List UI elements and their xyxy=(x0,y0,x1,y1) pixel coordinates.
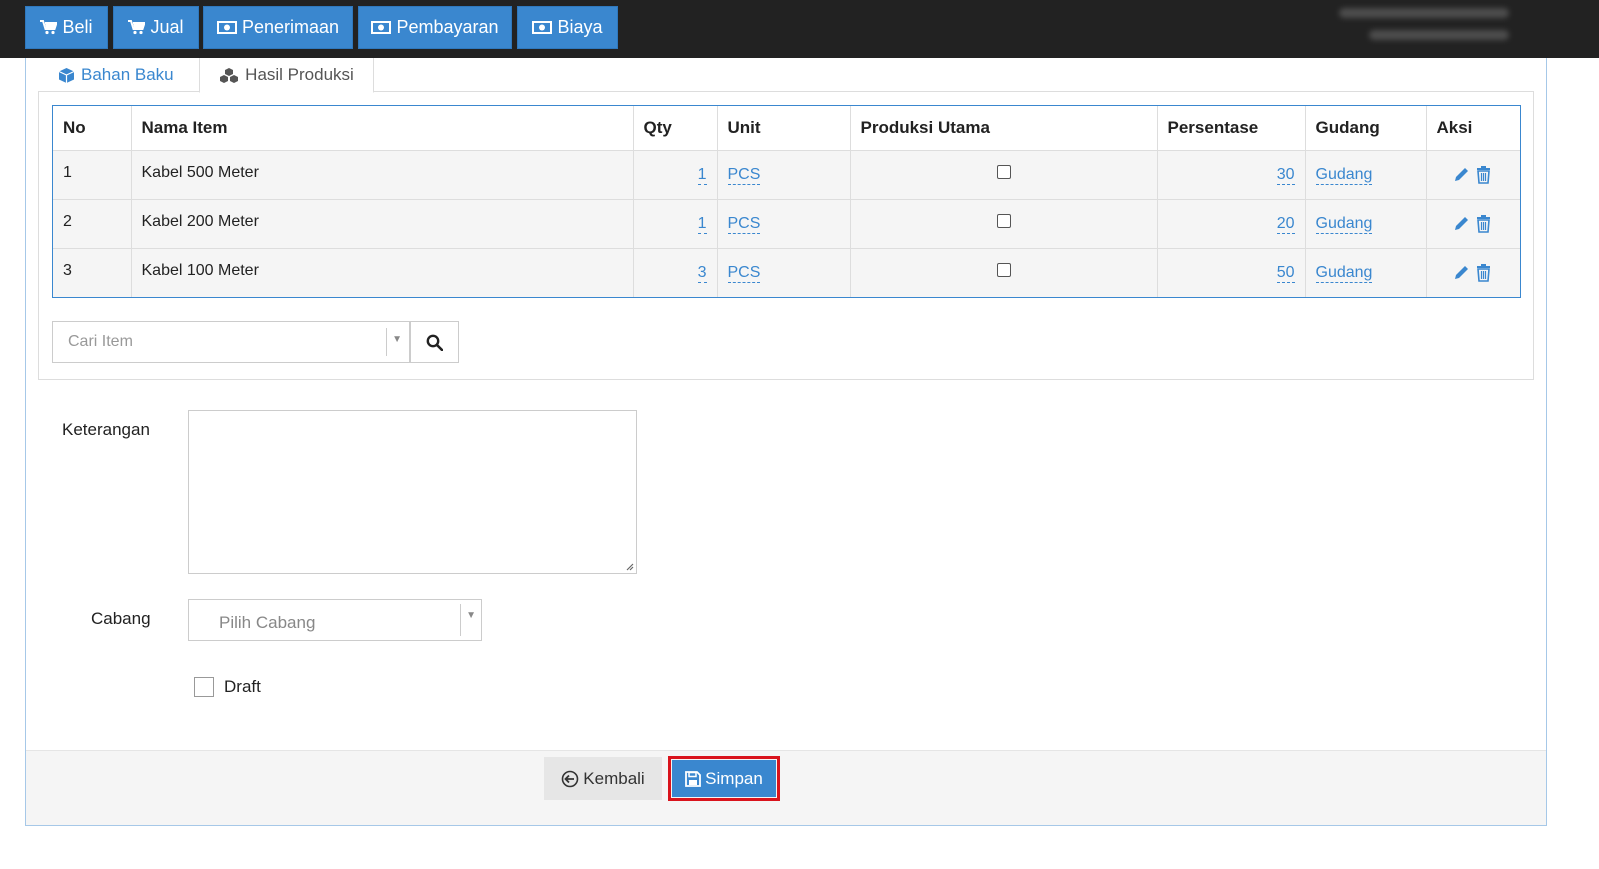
cabang-select[interactable]: Pilih Cabang ▼ xyxy=(188,599,482,641)
trash-icon[interactable] xyxy=(1476,165,1491,184)
edit-pencil-icon[interactable] xyxy=(1453,264,1470,281)
unit-editable[interactable]: PCS xyxy=(727,165,761,185)
cabang-placeholder: Pilih Cabang xyxy=(219,613,316,632)
beli-button[interactable]: Beli xyxy=(25,6,108,49)
tab-hasil-produksi-label: Hasil Produksi xyxy=(245,65,354,84)
col-header-qty: Qty xyxy=(632,106,718,151)
cell-no: 1 xyxy=(53,149,132,200)
persentase-editable[interactable]: 20 xyxy=(1276,214,1295,234)
dropdown-arrow-icon[interactable]: ▼ xyxy=(392,334,402,345)
edit-pencil-icon[interactable] xyxy=(1453,166,1470,183)
money-icon xyxy=(371,21,392,34)
resize-grip-icon[interactable] xyxy=(624,561,634,571)
qty-editable[interactable]: 3 xyxy=(697,263,707,283)
cell-nama-item: Kabel 200 Meter xyxy=(130,198,634,249)
gudang-editable[interactable]: Gudang xyxy=(1315,263,1373,283)
search-button[interactable] xyxy=(410,321,459,363)
cart-icon xyxy=(128,20,146,35)
produksi-utama-checkbox[interactable] xyxy=(996,165,1011,179)
beli-label: Beli xyxy=(62,17,93,37)
col-header-produksi-utama: Produksi Utama xyxy=(849,106,1158,151)
cube-icon xyxy=(58,67,75,83)
persentase-editable[interactable]: 30 xyxy=(1276,165,1295,185)
cell-nama-item: Kabel 100 Meter xyxy=(130,247,634,297)
jual-label: Jual xyxy=(150,17,184,37)
hasil-produksi-table-wrapper: No Nama Item Qty Unit Produksi Utama Per… xyxy=(52,105,1521,298)
cell-no: 3 xyxy=(53,247,132,297)
col-header-no: No xyxy=(53,106,132,151)
draft-label: Draft xyxy=(224,677,261,696)
col-header-nama-item: Nama Item xyxy=(130,106,634,151)
gudang-editable[interactable]: Gudang xyxy=(1315,214,1373,234)
biaya-label: Biaya xyxy=(557,17,603,37)
simpan-label: Simpan xyxy=(705,768,763,788)
form-footer: Kembali Simpan xyxy=(26,750,1546,825)
gudang-editable[interactable]: Gudang xyxy=(1315,165,1373,185)
keterangan-textarea[interactable] xyxy=(188,410,637,574)
persentase-editable[interactable]: 50 xyxy=(1276,263,1295,283)
tab-content-hasil-produksi: No Nama Item Qty Unit Produksi Utama Per… xyxy=(38,91,1534,380)
table-row: 1 Kabel 500 Meter 1 PCS 30 Gudang xyxy=(53,149,1520,200)
dropdown-arrow-icon[interactable]: ▼ xyxy=(466,610,476,621)
cari-item-select[interactable]: Cari Item ▼ xyxy=(52,321,410,363)
pembayaran-button[interactable]: Pembayaran xyxy=(358,6,512,49)
table-row: 2 Kabel 200 Meter 1 PCS 20 Gudang xyxy=(53,198,1520,249)
trash-icon[interactable] xyxy=(1476,214,1491,233)
jual-button[interactable]: Jual xyxy=(113,6,199,49)
produksi-utama-checkbox[interactable] xyxy=(996,214,1011,228)
penerimaan-button[interactable]: Penerimaan xyxy=(203,6,353,49)
table-row: 3 Kabel 100 Meter 3 PCS 50 Gudang xyxy=(53,247,1520,297)
col-header-aksi: Aksi xyxy=(1425,106,1520,151)
top-navbar: Beli Jual Penerimaan Pembayaran Biaya xyxy=(0,0,1599,58)
tab-hasil-produksi[interactable]: Hasil Produksi xyxy=(199,58,374,93)
col-header-persentase: Persentase xyxy=(1156,106,1306,151)
hasil-produksi-table: No Nama Item Qty Unit Produksi Utama Per… xyxy=(53,106,1520,297)
col-header-unit: Unit xyxy=(716,106,851,151)
cart-icon xyxy=(40,20,58,35)
produksi-utama-checkbox[interactable] xyxy=(996,263,1011,278)
search-icon xyxy=(426,334,443,351)
col-header-gudang: Gudang xyxy=(1304,106,1427,151)
unit-editable[interactable]: PCS xyxy=(727,263,761,283)
money-icon xyxy=(532,21,553,34)
penerimaan-label: Penerimaan xyxy=(241,17,340,37)
user-info-blurred[interactable] xyxy=(1339,8,1509,52)
production-form-panel: Bahan Baku Hasil Produksi No Nama Item Q… xyxy=(25,58,1547,826)
table-header-row: No Nama Item Qty Unit Produksi Utama Per… xyxy=(53,106,1520,151)
save-icon xyxy=(685,770,702,787)
tab-bahan-baku[interactable]: Bahan Baku xyxy=(58,58,174,92)
biaya-button[interactable]: Biaya xyxy=(517,6,618,49)
cell-nama-item: Kabel 500 Meter xyxy=(130,149,634,200)
arrow-circle-left-icon xyxy=(561,770,579,787)
pembayaran-label: Pembayaran xyxy=(396,17,499,37)
cubes-icon xyxy=(220,67,239,83)
unit-editable[interactable]: PCS xyxy=(727,214,761,234)
simpan-button-highlight[interactable]: Simpan xyxy=(668,756,780,801)
kembali-label: Kembali xyxy=(583,768,645,788)
simpan-button[interactable]: Simpan xyxy=(672,760,776,797)
cari-item-placeholder: Cari Item xyxy=(68,333,133,350)
qty-editable[interactable]: 1 xyxy=(697,165,707,185)
trash-icon[interactable] xyxy=(1476,263,1491,282)
cabang-label: Cabang xyxy=(91,609,151,628)
draft-checkbox[interactable] xyxy=(194,677,214,697)
edit-pencil-icon[interactable] xyxy=(1453,215,1470,232)
qty-editable[interactable]: 1 xyxy=(697,214,707,234)
tab-bahan-baku-label: Bahan Baku xyxy=(81,65,174,84)
kembali-button[interactable]: Kembali xyxy=(544,757,662,800)
money-icon xyxy=(216,21,237,34)
cell-no: 2 xyxy=(53,198,132,249)
draft-checkbox-row[interactable]: Draft xyxy=(194,677,261,697)
keterangan-label: Keterangan xyxy=(62,420,150,439)
